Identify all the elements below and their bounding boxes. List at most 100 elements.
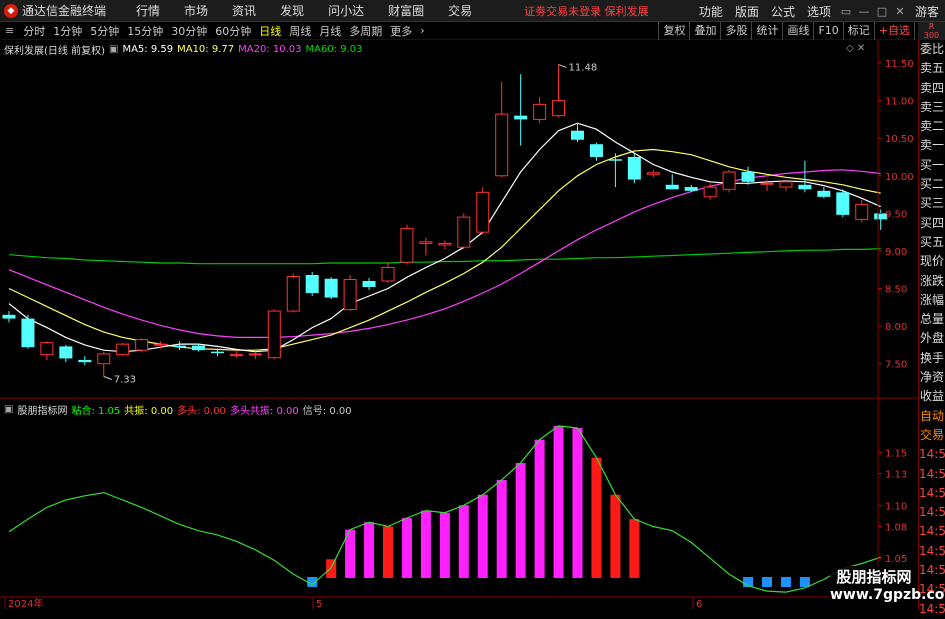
candle-body — [855, 203, 869, 220]
candle-body — [589, 144, 603, 157]
ma60-line — [8, 248, 881, 265]
price-tick-label: 11.00 — [885, 97, 914, 108]
side-panel-item[interactable]: 净资 — [919, 368, 945, 387]
indicator-tick-label: 1.05 — [885, 554, 907, 565]
login-warning[interactable]: 证劵交易未登录 保利发展 — [524, 3, 649, 19]
side-panel-item[interactable]: 涨跌 — [919, 272, 945, 291]
side-panel-item[interactable]: 买三 — [919, 194, 945, 213]
menu-trade[interactable]: 交易 — [436, 2, 484, 19]
indicator-bar-magenta — [477, 494, 488, 578]
close-icon[interactable]: ✕ — [891, 5, 909, 18]
period-monthly[interactable]: 月线 — [315, 23, 345, 39]
f10-button[interactable]: F10 — [813, 22, 842, 40]
menu-layout[interactable]: 版面 — [729, 3, 765, 20]
chart-settings-icon[interactable]: ▣ — [109, 44, 118, 55]
stats-button[interactable]: 统计 — [751, 22, 782, 40]
menu-toggle-icon[interactable]: ≡ — [0, 24, 19, 37]
side-panel-item[interactable]: 14:56 — [919, 445, 945, 464]
menu-news[interactable]: 资讯 — [220, 2, 268, 19]
close-chart-icon[interactable]: ✕ — [857, 43, 865, 54]
side-panel-item[interactable]: 卖二 — [919, 117, 945, 136]
candle-body — [438, 242, 452, 246]
long-resonance-value: 多头共振: 0.00 — [229, 406, 299, 417]
restore-right-button[interactable]: 复权 — [658, 22, 689, 40]
side-panel-item[interactable]: 卖三 — [919, 98, 945, 117]
side-panel-item[interactable]: 买五 — [919, 233, 945, 252]
candle-body — [476, 191, 490, 233]
side-panel-item[interactable]: 现价 — [919, 252, 945, 271]
date-label: 2024年 — [8, 597, 43, 609]
add-watchlist-button[interactable]: +自选 — [873, 22, 914, 40]
indicator-bar-magenta — [496, 479, 507, 578]
charts-svg: 11.48 7.33 7.50 8.00 8.50 9.00 9.50 10.00 10.50… — [0, 40, 918, 609]
candle-body — [59, 346, 73, 359]
side-panel-item[interactable]: 14:56 — [919, 561, 945, 580]
ma10-line — [8, 148, 881, 351]
menu-market[interactable]: 行情 — [124, 2, 172, 19]
side-panel-item[interactable]: 委比 — [919, 40, 945, 59]
indicator-bar-blue — [799, 577, 810, 587]
candle-body — [343, 279, 357, 311]
side-panel-item[interactable]: 14:56 — [919, 503, 945, 522]
period-more[interactable]: 更多 — [386, 23, 416, 39]
period-weekly[interactable]: 周线 — [285, 23, 315, 39]
period-15min[interactable]: 15分钟 — [123, 23, 167, 39]
side-panel-item[interactable]: 涨幅 — [919, 291, 945, 310]
glue-line — [8, 425, 881, 593]
candle-body — [21, 318, 35, 348]
draw-line-button[interactable]: 画线 — [782, 22, 813, 40]
window-icon[interactable]: ▭ — [837, 5, 855, 18]
candle-body — [419, 241, 433, 244]
period-daily[interactable]: 日线 — [255, 23, 285, 39]
indicator-bar-magenta — [515, 462, 526, 578]
menu-options[interactable]: 选项 — [801, 3, 837, 20]
side-panel-item[interactable]: 买四 — [919, 214, 945, 233]
watermark: 股朋指标网 www.7gpzb.com — [830, 566, 945, 606]
side-panel-item[interactable]: 收益 — [919, 387, 945, 406]
period-30min[interactable]: 30分钟 — [167, 23, 211, 39]
chevron-right-icon[interactable]: › — [416, 24, 428, 37]
side-panel-item[interactable]: 总量 — [919, 310, 945, 329]
side-panel-item[interactable]: 卖四 — [919, 79, 945, 98]
multi-stock-button[interactable]: 多股 — [720, 22, 751, 40]
period-5min[interactable]: 5分钟 — [86, 23, 123, 39]
indicator-bar-magenta — [534, 439, 545, 578]
diamond-icon[interactable]: ◇ — [846, 43, 854, 54]
mark-button[interactable]: 标记 — [842, 22, 874, 40]
side-panel-item[interactable]: 卖五 — [919, 59, 945, 78]
menu-formula[interactable]: 公式 — [765, 3, 801, 20]
menu-discover[interactable]: 发现 — [268, 2, 316, 19]
high-annotation: 11.48 — [569, 63, 598, 74]
period-multi[interactable]: 多周期 — [345, 23, 386, 39]
period-60min[interactable]: 60分钟 — [211, 23, 255, 39]
side-panel-item[interactable]: 换手 — [919, 349, 945, 368]
side-panel-item[interactable]: 14:56 — [919, 542, 945, 561]
side-panel-item[interactable]: 交易 — [919, 426, 945, 445]
side-panel-item[interactable]: 买一 — [919, 156, 945, 175]
side-panel-item[interactable]: 外盘 — [919, 329, 945, 348]
menu-ask[interactable]: 问小达 — [316, 2, 376, 19]
side-panel-item[interactable]: 14:56 — [919, 522, 945, 541]
side-panel-item[interactable]: 买二 — [919, 175, 945, 194]
side-panel-item[interactable]: 14:56 — [919, 465, 945, 484]
side-panel-item[interactable]: 自动 — [919, 407, 945, 426]
candle-body — [665, 184, 679, 190]
guest-user[interactable]: 游客 — [909, 3, 945, 20]
indicator-settings-icon[interactable]: ▣ — [4, 404, 13, 415]
indicator-bar-magenta — [458, 505, 469, 578]
indicator-bar-magenta — [553, 425, 564, 578]
menu-wealth[interactable]: 财富圈 — [376, 2, 436, 19]
overlay-button[interactable]: 叠加 — [689, 22, 720, 40]
menu-function[interactable]: 功能 — [693, 3, 729, 20]
period-timeshare[interactable]: 分时 — [19, 23, 49, 39]
period-1min[interactable]: 1分钟 — [49, 23, 86, 39]
indicator-bar-red — [629, 519, 640, 578]
side-panel-item[interactable]: 14:56 — [919, 484, 945, 503]
menu-exchange[interactable]: 市场 — [172, 2, 220, 19]
candle-body — [608, 159, 622, 161]
candle-body — [627, 156, 641, 180]
ma20-line — [8, 169, 881, 338]
side-panel-item[interactable]: 卖一 — [919, 136, 945, 155]
maximize-icon[interactable]: □ — [873, 5, 891, 18]
minimize-icon[interactable]: — — [855, 5, 873, 18]
